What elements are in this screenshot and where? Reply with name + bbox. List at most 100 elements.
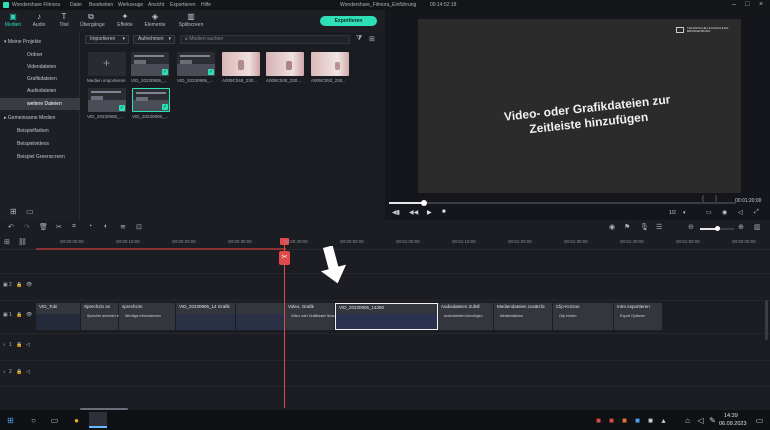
- eye-icon[interactable]: 👁: [26, 312, 32, 318]
- sidebar-item-videodateien[interactable]: Videodateien: [0, 61, 80, 73]
- lock-icon[interactable]: 🔒: [16, 342, 22, 348]
- zoom-in-icon[interactable]: ⊕: [738, 223, 744, 231]
- timeline-clip[interactable]: Intro exportieren Export Optionen: [614, 303, 663, 330]
- redo-icon[interactable]: ↷: [24, 223, 30, 231]
- link-icon[interactable]: ⛓: [18, 238, 27, 246]
- speaker-icon[interactable]: ◁: [26, 342, 30, 348]
- timeline-clip[interactable]: Mediendateien zusätzlic Mediendateien: [494, 303, 553, 330]
- new-folder-icon[interactable]: ⊞: [10, 207, 17, 216]
- sidebar-item-meine-projekte[interactable]: ▾ Meine Projekte: [0, 36, 80, 48]
- audio-icon[interactable]: ≋: [120, 223, 126, 231]
- chevron-down-icon[interactable]: ▾: [683, 210, 686, 216]
- media-item[interactable]: [222, 52, 260, 76]
- tab-medien[interactable]: ▣ Medien: [2, 12, 24, 30]
- preview-scrubber-handle[interactable]: [420, 200, 427, 206]
- tray-icon[interactable]: ■: [594, 416, 603, 425]
- stop-icon[interactable]: ■: [442, 209, 446, 215]
- volume-icon[interactable]: ◁: [696, 416, 705, 425]
- render-icon[interactable]: ◉: [609, 223, 615, 231]
- import-media-tile[interactable]: +: [88, 52, 126, 76]
- playhead-line[interactable]: [284, 240, 285, 408]
- pen-icon[interactable]: ✎: [708, 416, 717, 425]
- volume-icon[interactable]: ◁: [738, 209, 743, 216]
- play-icon[interactable]: ▶: [427, 209, 432, 216]
- grid-view-icon[interactable]: ⊞: [369, 35, 375, 43]
- close-icon[interactable]: ×: [759, 1, 763, 8]
- task-view-icon[interactable]: ▭: [50, 416, 59, 425]
- sidebar-item-audiodateien[interactable]: Audiodateien: [0, 85, 80, 97]
- step-back-frame-icon[interactable]: ◀◀: [409, 209, 418, 216]
- color-icon[interactable]: ◐: [104, 223, 108, 230]
- menu-ansicht[interactable]: Ansicht: [148, 2, 164, 8]
- folder-icon[interactable]: ▭: [26, 207, 34, 216]
- chrome-icon[interactable]: ●: [72, 416, 81, 425]
- lock-icon[interactable]: 🔒: [16, 282, 22, 288]
- marker-icon[interactable]: ⚑: [624, 223, 630, 231]
- lock-icon[interactable]: 🔒: [16, 369, 22, 375]
- network-icon[interactable]: ⌂: [683, 416, 692, 425]
- search-icon[interactable]: ○: [29, 416, 38, 425]
- media-item-selected[interactable]: ✓: [132, 88, 170, 112]
- taskbar-time[interactable]: 14:39: [724, 413, 738, 419]
- media-item[interactable]: [311, 52, 349, 76]
- import-dropdown[interactable]: Importieren ▾: [85, 35, 129, 44]
- media-item[interactable]: [266, 52, 304, 76]
- timeline-clip[interactable]: Audiodateien Zufüll Audiodateien hinzufüg…: [438, 303, 494, 330]
- undo-icon[interactable]: ↶: [8, 223, 14, 231]
- filter-icon[interactable]: ⧩: [356, 35, 362, 43]
- menu-bearbeiten[interactable]: Bearbeiten: [89, 2, 113, 8]
- mic-icon[interactable]: 🎙: [640, 223, 649, 231]
- media-item[interactable]: ✓: [88, 88, 126, 112]
- lock-icon[interactable]: 🔒: [16, 312, 22, 318]
- record-dropdown[interactable]: Aufnehmen ▾: [133, 35, 175, 44]
- timeline-clip-selected[interactable]: VID_20230906_14390: [335, 303, 438, 330]
- snapshot-icon[interactable]: ◉: [722, 209, 727, 216]
- notification-icon[interactable]: ▭: [755, 416, 764, 425]
- crop-icon[interactable]: ⌗: [72, 223, 76, 231]
- cut-icon[interactable]: ✂: [56, 223, 62, 231]
- timeline-clip[interactable]: VID_Tobi: [36, 303, 81, 330]
- timeline-vscrollbar[interactable]: [765, 300, 768, 340]
- preview-scrubber[interactable]: [389, 200, 736, 206]
- tab-elemente[interactable]: ◈ Elemente: [144, 12, 166, 30]
- scissors-icon[interactable]: ✂: [279, 251, 290, 265]
- zoom-slider[interactable]: [700, 226, 734, 231]
- search-input[interactable]: ⌕ Medien suchen: [180, 35, 350, 44]
- tray-icon[interactable]: ▴: [659, 416, 668, 425]
- maximize-icon[interactable]: □: [745, 1, 749, 8]
- tab-audio[interactable]: ♪ Audio: [28, 12, 50, 30]
- sidebar-item-weitere-dateien[interactable]: weitere Dateien: [0, 98, 80, 110]
- sidebar-item-beispielvideos[interactable]: Beispielvideos: [0, 138, 80, 150]
- media-item[interactable]: ✓: [177, 52, 215, 76]
- taskbar-date[interactable]: 06.09.2023: [719, 421, 747, 427]
- tray-icon[interactable]: ■: [607, 416, 616, 425]
- windows-start-icon[interactable]: ⊞: [6, 416, 15, 425]
- zoom-out-icon[interactable]: ⊖: [688, 223, 694, 231]
- zoom-slider-handle[interactable]: [715, 226, 720, 231]
- tab-uebergaenge[interactable]: ⧉ Übergänge: [80, 12, 105, 30]
- speaker-icon[interactable]: ◁: [26, 369, 30, 375]
- sidebar-item-beispiel-greenscreen[interactable]: Beispiel Greenscreen: [0, 151, 80, 163]
- fullscreen-icon[interactable]: ⤢: [754, 209, 759, 216]
- media-item[interactable]: ✓: [131, 52, 169, 76]
- timeline-clip[interactable]: sprechzim Wichtige Informationen: [119, 303, 176, 330]
- export-button[interactable]: Exportieren: [320, 16, 377, 26]
- fit-icon[interactable]: ⊡: [136, 223, 142, 231]
- speed-icon[interactable]: ◔: [88, 223, 92, 230]
- tray-icon[interactable]: ■: [633, 416, 642, 425]
- delete-icon[interactable]: 🗑: [39, 223, 48, 231]
- minimize-icon[interactable]: –: [732, 1, 736, 8]
- filmora-taskbar-icon[interactable]: [89, 412, 107, 428]
- tab-titel[interactable]: T Titel: [53, 12, 75, 30]
- timeline-clip[interactable]: Video, Grafik Video oder Grafikdatei hinz…: [285, 303, 344, 330]
- sidebar-item-ordner[interactable]: Ordner: [0, 49, 80, 61]
- monitor-icon[interactable]: ▭: [706, 209, 712, 216]
- step-back-icon[interactable]: ◀▮: [392, 209, 400, 216]
- menu-exportieren[interactable]: Exportieren: [170, 2, 196, 8]
- sidebar-item-gemeinsame-medien[interactable]: ▸ Gemeinsame Medien: [0, 112, 80, 124]
- tray-icon[interactable]: ■: [620, 416, 629, 425]
- menu-werkzeuge[interactable]: Werkzeuge: [118, 2, 143, 8]
- add-track-icon[interactable]: ⊞: [4, 238, 10, 246]
- eye-icon[interactable]: 👁: [26, 282, 32, 288]
- menu-datei[interactable]: Datei: [70, 2, 82, 8]
